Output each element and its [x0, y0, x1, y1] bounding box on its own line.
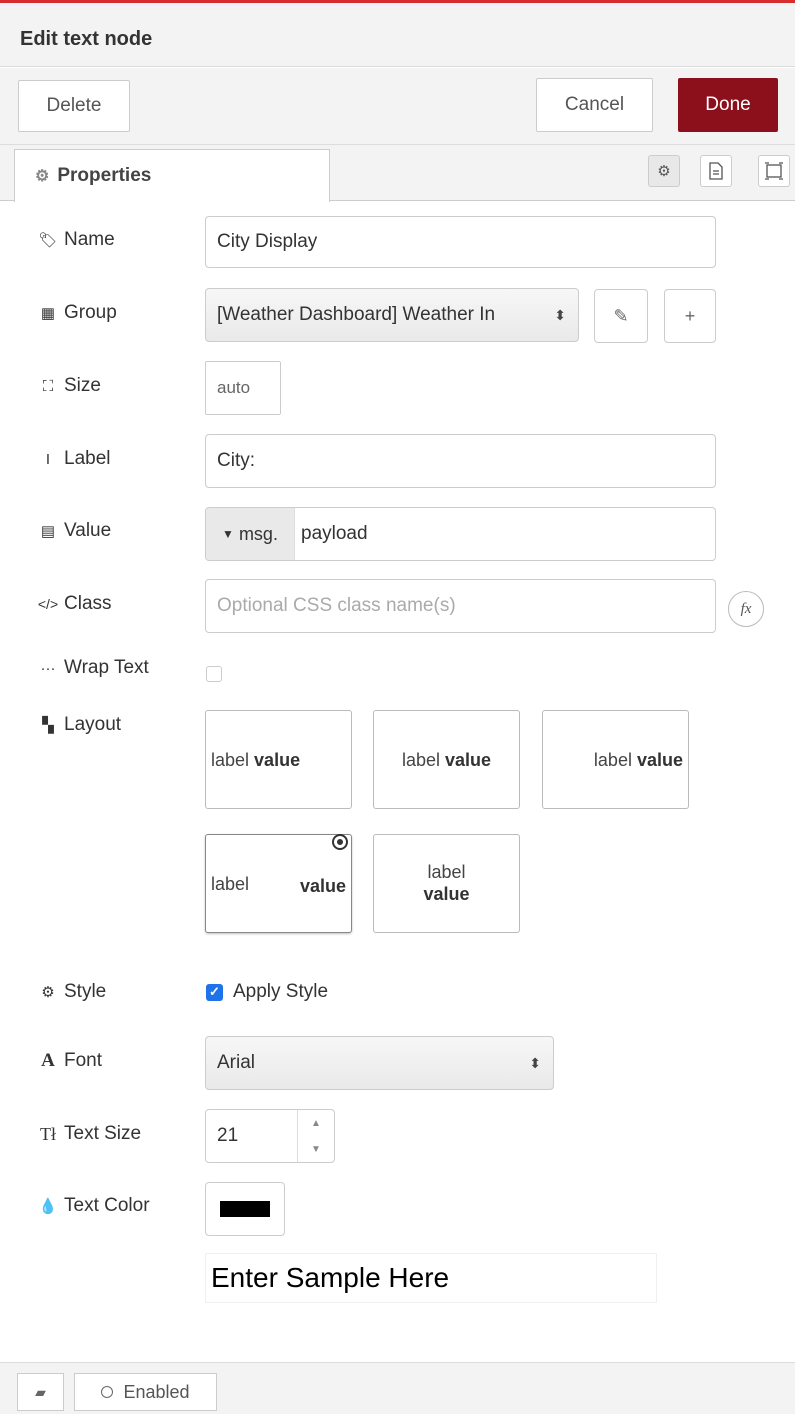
- size-button[interactable]: auto: [205, 361, 281, 415]
- tab-properties[interactable]: ⚙ Properties: [14, 149, 330, 202]
- table-icon: ▦: [40, 305, 56, 322]
- apply-style-checkbox[interactable]: ✓: [206, 983, 223, 1001]
- fx-button[interactable]: fx: [728, 591, 764, 627]
- class-input[interactable]: Optional CSS class name(s): [205, 579, 716, 633]
- tab-properties-label: Properties: [57, 165, 152, 186]
- value-type-select[interactable]: ▼ msg.: [206, 508, 295, 560]
- apply-style-option[interactable]: ✓ Apply Style: [206, 981, 328, 1003]
- text-height-icon: Tł: [40, 1123, 56, 1144]
- circle-icon: [101, 1386, 114, 1398]
- calculator-icon: ▤: [40, 523, 56, 540]
- value-typed-input[interactable]: ▼ msg. payload: [205, 507, 716, 561]
- label-field-label: I Label: [38, 444, 111, 474]
- description-tab-button[interactable]: [700, 155, 732, 187]
- ellipsis-icon: ···: [40, 659, 56, 677]
- text-size-label: Tł Text Size: [40, 1123, 142, 1144]
- group-label: ▦ Group: [38, 298, 117, 328]
- delete-button[interactable]: Delete: [18, 80, 130, 132]
- cancel-button[interactable]: Cancel: [536, 78, 653, 132]
- dialog-footer: ▰ Enabled: [0, 1362, 795, 1414]
- group-select[interactable]: [Weather Dashboard] Weather In ⬍: [205, 288, 579, 342]
- enabled-toggle[interactable]: Enabled: [74, 1373, 217, 1411]
- tab-bar: ⚙ Properties ⚙: [0, 145, 795, 202]
- text-color-label: 💧 Text Color: [38, 1195, 150, 1216]
- increment-button[interactable]: ▲: [298, 1110, 334, 1136]
- droplet-icon: 💧: [38, 1198, 58, 1215]
- pencil-icon: ✎: [613, 305, 629, 326]
- grid-icon: ▚: [42, 717, 54, 734]
- dialog-header: Edit text node: [0, 3, 795, 67]
- size-label: ⛶ Size: [38, 371, 101, 401]
- gear-icon: ⚙: [35, 168, 50, 185]
- class-label: </> Class: [37, 593, 112, 614]
- layout-label: ▚ Layout: [38, 710, 121, 740]
- gear-icon: ⚙: [657, 163, 671, 180]
- appearance-tab-button[interactable]: [758, 155, 790, 187]
- font-icon: A: [41, 1050, 55, 1071]
- layout-option-center[interactable]: label value: [373, 710, 520, 809]
- add-group-button[interactable]: +: [664, 289, 716, 343]
- select-arrows-icon: ⬍: [529, 1054, 541, 1071]
- gear-icon: ⚙: [41, 984, 55, 1001]
- selected-radio-icon: [332, 834, 348, 850]
- text-size-stepper[interactable]: 21 ▲ ▼: [205, 1109, 335, 1163]
- sample-text-input[interactable]: Enter Sample Here: [205, 1253, 657, 1303]
- book-icon: ▰: [35, 1383, 46, 1400]
- caret-down-icon: ▼: [222, 527, 234, 541]
- layout-option-stacked[interactable]: label value: [373, 834, 520, 933]
- layout-option-right[interactable]: label value: [542, 710, 689, 809]
- layout-option-spread[interactable]: label value: [205, 834, 352, 933]
- frame-icon: [765, 162, 783, 180]
- name-input[interactable]: City Display: [205, 216, 716, 268]
- dialog-toolbar: Delete Cancel Done: [0, 68, 795, 145]
- frame-icon: ⛶: [42, 377, 54, 395]
- text-cursor-icon: I: [45, 450, 51, 468]
- style-label: ⚙ Style: [38, 977, 106, 1007]
- decrement-button[interactable]: ▼: [298, 1136, 334, 1162]
- text-color-picker[interactable]: [205, 1182, 285, 1236]
- node-help-button[interactable]: ▰: [17, 1373, 64, 1411]
- font-select[interactable]: Arial ⬍: [205, 1036, 554, 1090]
- wrap-text-label: ··· Wrap Text: [38, 653, 149, 683]
- plus-icon: +: [684, 305, 696, 326]
- tag-icon: 🏷: [38, 232, 58, 249]
- wrap-text-checkbox[interactable]: [206, 666, 222, 682]
- select-arrows-icon: ⬍: [554, 306, 566, 323]
- color-swatch: [220, 1201, 270, 1217]
- properties-form: 🏷 Name City Display ▦ Group [Weather Das…: [0, 201, 795, 1361]
- value-label: ▤ Value: [38, 516, 111, 546]
- font-label: A Font: [38, 1046, 102, 1076]
- edit-group-button[interactable]: ✎: [594, 289, 648, 343]
- label-input[interactable]: City:: [205, 434, 716, 488]
- dialog-title: Edit text node: [20, 28, 153, 50]
- done-button[interactable]: Done: [678, 78, 778, 132]
- name-label: 🏷 Name: [38, 229, 115, 250]
- properties-tab-gear-button[interactable]: ⚙: [648, 155, 680, 187]
- layout-option-left[interactable]: label value: [205, 710, 352, 809]
- document-icon: [709, 162, 723, 180]
- code-icon: </>: [37, 596, 59, 612]
